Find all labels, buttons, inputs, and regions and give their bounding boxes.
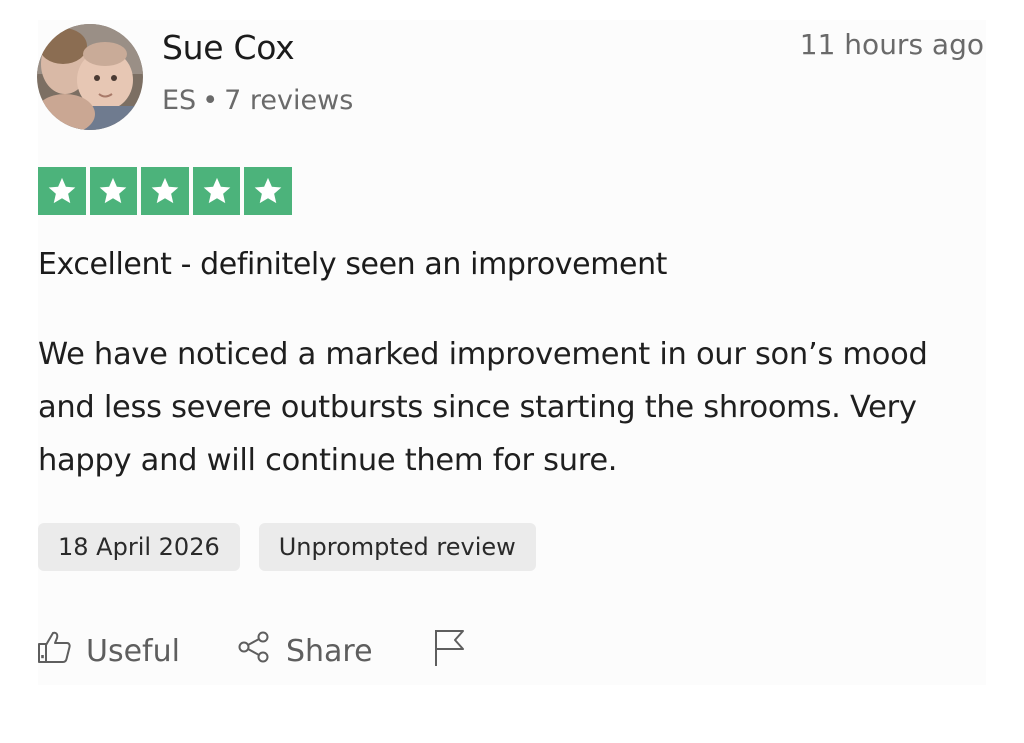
reviewer-review-count[interactable]: 7 reviews [224, 85, 353, 116]
review-title: Excellent - definitely seen an improveme… [38, 247, 668, 282]
meta-separator: • [202, 85, 219, 116]
reviewer-name[interactable]: Sue Cox [162, 28, 295, 67]
share-button[interactable]: Share [236, 629, 373, 673]
review-actions: Useful Share [36, 627, 467, 675]
flag-icon [431, 627, 467, 675]
thumbs-up-icon [36, 629, 72, 673]
star-icon [89, 167, 138, 215]
reviewer-country: ES [162, 85, 197, 116]
useful-label: Useful [86, 633, 180, 669]
useful-button[interactable]: Useful [36, 629, 180, 673]
review-body: We have noticed a marked improvement in … [38, 337, 928, 478]
share-label: Share [285, 633, 373, 669]
star-icon [141, 167, 189, 215]
star-icon [192, 167, 241, 215]
review-date-chip: 18 April 2026 [38, 523, 240, 571]
star-icon [38, 167, 86, 215]
unprompted-review-badge[interactable]: Unprompted review [258, 523, 536, 571]
avatar[interactable] [37, 24, 143, 130]
report-button[interactable] [431, 627, 467, 675]
review-meta-chips: 18 April 2026 Unprompted review [38, 523, 536, 571]
star-icon [244, 167, 292, 215]
review-time-ago: 11 hours ago [799, 28, 984, 61]
share-icon [236, 629, 272, 673]
star-rating [38, 167, 292, 215]
reviewer-meta: ES • 7 reviews [162, 85, 353, 116]
